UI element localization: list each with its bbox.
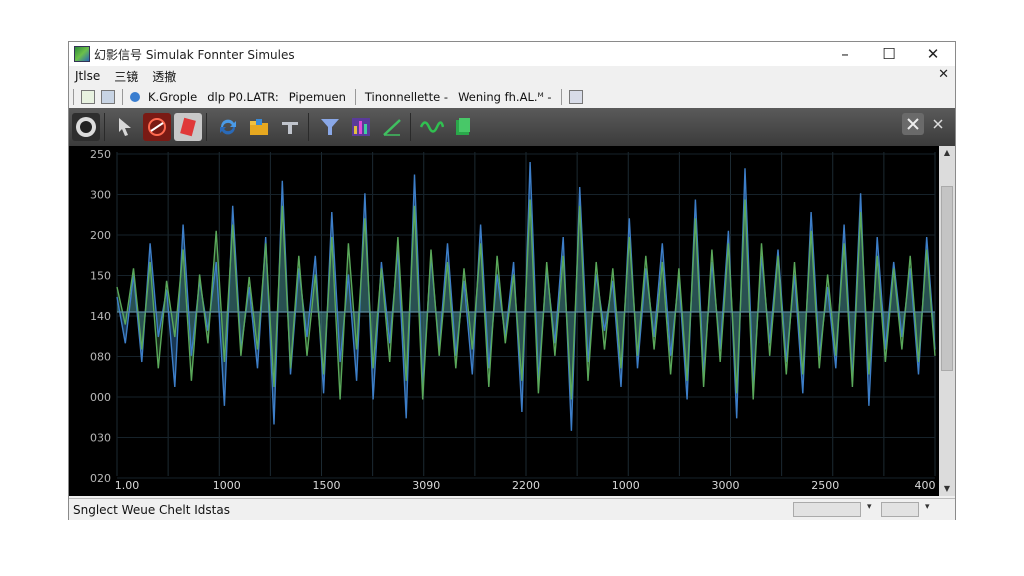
x-tick-label: 1.00 (115, 479, 140, 492)
export-icon[interactable] (449, 113, 477, 141)
x-tick-label: 3090 (412, 479, 440, 492)
x-tick-label: 1000 (213, 479, 241, 492)
toolbar-separator (308, 113, 309, 141)
y-tick-label: 140 (90, 310, 111, 323)
y-tick-label: 250 (90, 148, 111, 161)
scroll-thumb[interactable] (941, 186, 953, 371)
status-text: Snglect Weue Chelt Idstas (73, 502, 230, 517)
folder-icon[interactable] (245, 113, 273, 141)
toolbar-separator (560, 89, 562, 105)
filter-icon[interactable] (316, 113, 344, 141)
minimize-button[interactable]: – (823, 42, 867, 66)
menu-item-3[interactable]: 透撤 (152, 68, 176, 85)
probe-icon[interactable] (276, 113, 304, 141)
maximize-button[interactable]: ☐ (867, 42, 911, 66)
toolbar-separator (122, 89, 123, 105)
record-icon[interactable] (72, 113, 100, 141)
status-field-1[interactable] (793, 502, 861, 517)
y-tick-label: 080 (90, 351, 111, 364)
toolbar-separator (410, 113, 411, 141)
toolbar-pipe-item[interactable]: Pipemuen (289, 90, 346, 104)
toolbar-separator (354, 89, 356, 105)
signal-icon[interactable] (143, 113, 171, 141)
toolbar-tunnel-dropdown[interactable]: Tinonnellette - (365, 90, 448, 104)
status-bar: Snglect Weue Chelt Idstas ▾ ▾ (69, 498, 955, 520)
text-toolbar: K.Grople dlp P0.LATR: Pipemuen Tinonnell… (69, 86, 955, 109)
window-controls: – ☐ ✕ (823, 42, 955, 66)
window-title: 幻影信号 Simulak Fonnter Simules (94, 47, 295, 62)
status-dropdown-1-icon[interactable]: ▾ (867, 502, 872, 512)
y-tick-label: 030 (90, 432, 111, 445)
menu-bar: Jtlse 三镜 透撤 ✕ (69, 66, 955, 86)
waveform-icon[interactable] (418, 113, 446, 141)
toolbar-graph-dropdown[interactable]: K.Grople (148, 90, 197, 104)
vertical-scrollbar[interactable]: ▲ ▼ (939, 146, 955, 496)
pointer-icon[interactable] (112, 113, 140, 141)
ramp-icon[interactable] (378, 113, 406, 141)
x-tick-label: 1000 (612, 479, 640, 492)
menu-close-icon[interactable]: ✕ (938, 67, 949, 82)
save-icon[interactable] (101, 90, 115, 104)
toolbar-separator (73, 89, 74, 105)
toolbar-right-controls (899, 113, 949, 135)
window-icon[interactable] (568, 90, 583, 104)
icon-toolbar (69, 108, 955, 146)
pin-icon[interactable] (902, 113, 924, 135)
panel-close-icon[interactable] (927, 113, 949, 135)
spectrum-icon[interactable] (347, 113, 375, 141)
toolbar-separator (206, 113, 207, 141)
new-file-icon[interactable] (81, 90, 95, 104)
x-tick-label: 1500 (313, 479, 341, 492)
app-window: 幻影信号 Simulak Fonnter Simules – ☐ ✕ Jtlse… (68, 41, 956, 520)
x-tick-label: 2200 (512, 479, 540, 492)
y-tick-label: 150 (90, 270, 111, 283)
scroll-down-icon[interactable]: ▼ (939, 482, 955, 496)
waveform-plot[interactable]: 250 300 200 150 140 080 000 030 020 1.00 1000 1500 3… (69, 146, 939, 496)
refresh-icon[interactable] (214, 113, 242, 141)
x-tick-label: 3000 (712, 479, 740, 492)
toolbar-dlp-item[interactable]: dlp P0.LATR: (207, 90, 279, 104)
status-field-2[interactable] (881, 502, 919, 517)
y-tick-label: 020 (90, 472, 111, 485)
x-tick-label: 2500 (811, 479, 839, 492)
x-tick-label: 400 (915, 479, 936, 492)
toolbar-separator (104, 113, 105, 141)
menu-item-file[interactable]: Jtlse (75, 69, 100, 83)
y-tick-label: 300 (90, 189, 111, 202)
title-bar[interactable]: 幻影信号 Simulak Fonnter Simules – ☐ ✕ (69, 42, 955, 66)
toolbar-warning-dropdown[interactable]: Wening fh.AL.ᴹ - (458, 90, 551, 104)
scroll-up-icon[interactable]: ▲ (939, 146, 955, 160)
status-dropdown-2-icon[interactable]: ▾ (925, 502, 930, 512)
menu-item-2[interactable]: 三镜 (114, 68, 138, 85)
app-icon (74, 46, 90, 62)
y-tick-label: 000 (90, 391, 111, 404)
y-tick-label: 200 (90, 229, 111, 242)
close-button[interactable]: ✕ (911, 42, 955, 66)
edit-icon[interactable] (174, 113, 202, 141)
waveform-chart: 250 300 200 150 140 080 000 030 020 1.00 1000 1500 3… (90, 148, 936, 492)
graph-icon (130, 92, 140, 102)
